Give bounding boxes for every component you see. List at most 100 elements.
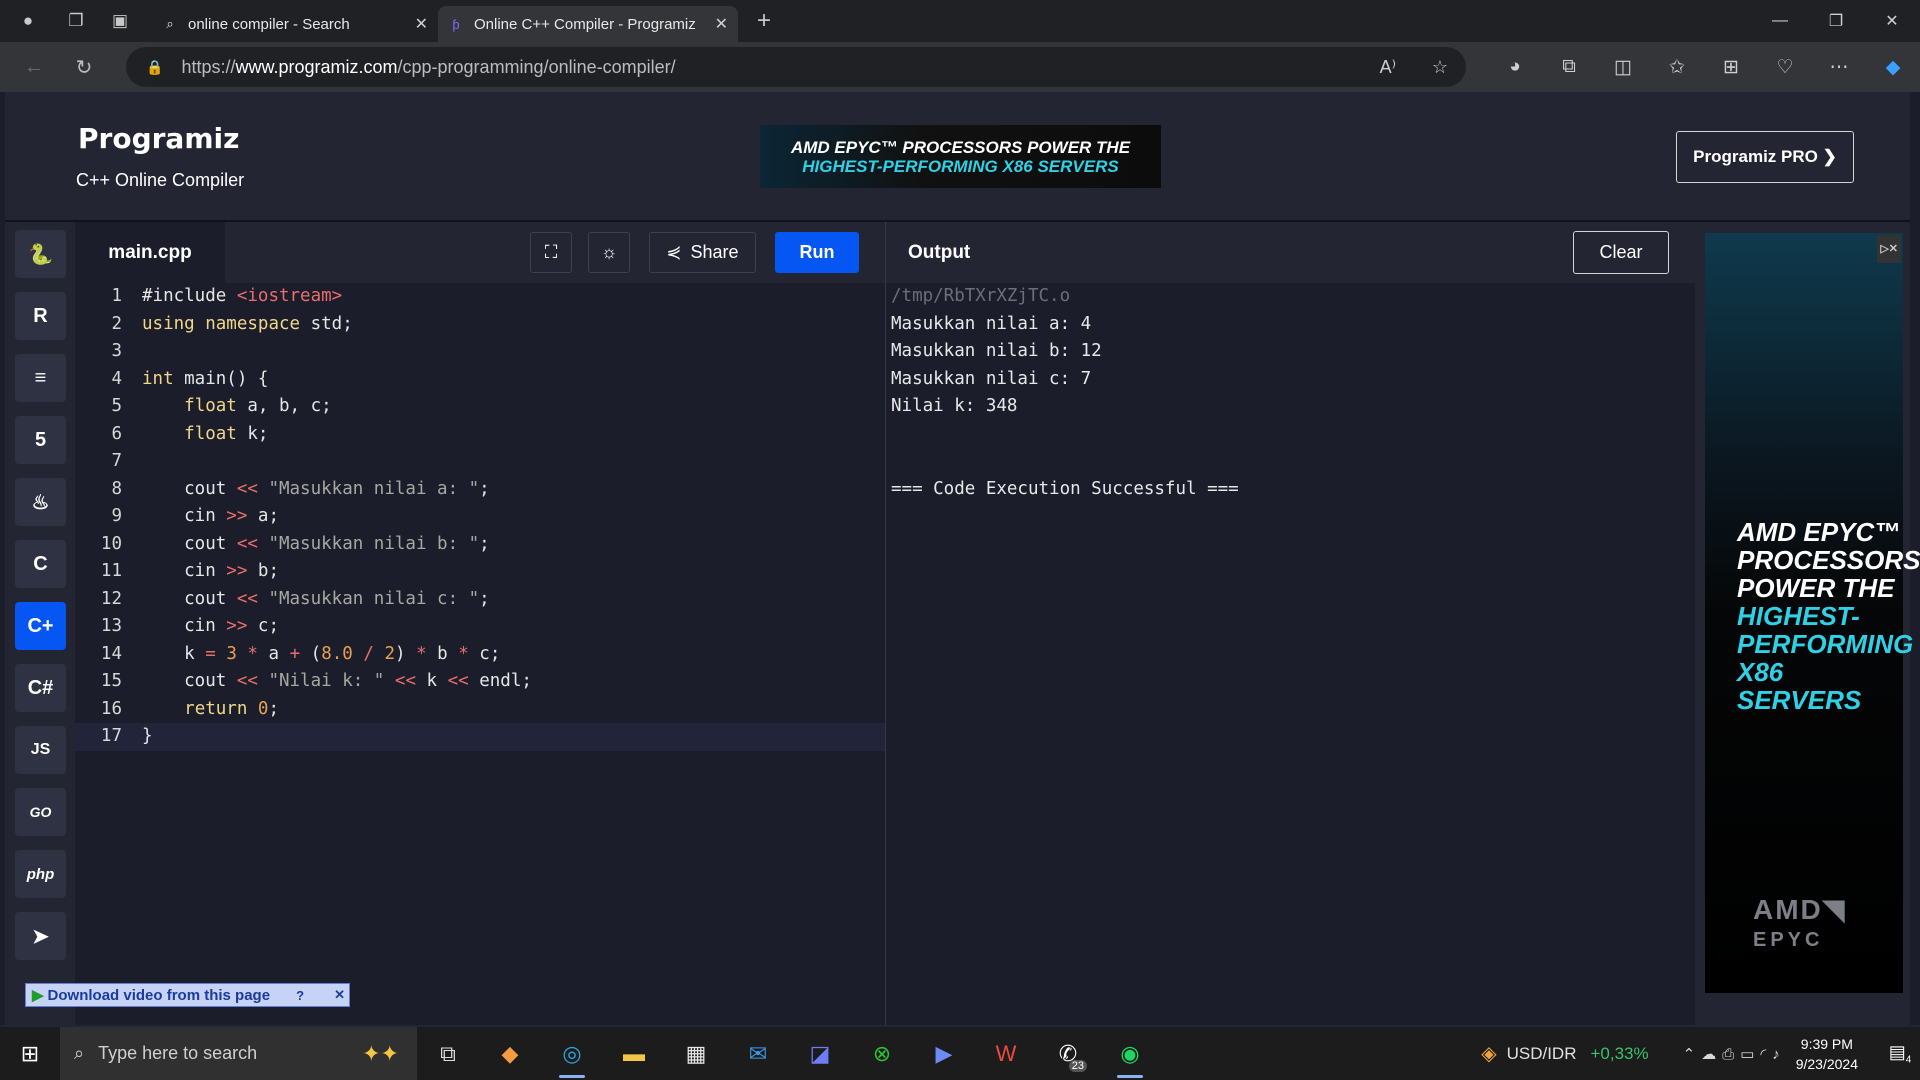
back-icon[interactable]: ← <box>14 47 54 87</box>
clock[interactable]: 9:39 PM 9/23/2024 <box>1796 1034 1858 1074</box>
file-explorer-icon[interactable]: ▬ <box>603 1027 665 1080</box>
line-number: 9 <box>111 506 122 526</box>
clock-date: 9/23/2024 <box>1795 1055 1858 1072</box>
extension-icon[interactable]: ◕ <box>1488 47 1542 87</box>
fullscreen-icon[interactable]: ⛶ <box>530 232 572 273</box>
code-line[interactable]: 9 cin >> a; <box>75 503 885 531</box>
share-button[interactable]: ⋞ Share <box>649 232 756 273</box>
file-tab-main-cpp[interactable]: main.cpp <box>75 222 225 283</box>
run-button[interactable]: Run <box>775 232 859 273</box>
browser-essentials-icon[interactable]: ♡ <box>1758 47 1812 87</box>
code-line[interactable]: 12 cout << "Masukkan nilai c: "; <box>75 586 885 614</box>
extensions-puzzle-icon[interactable]: ⧉ <box>1542 47 1596 87</box>
edge-app-icon[interactable]: ◎ <box>541 1027 603 1080</box>
programiz-pro-button[interactable]: Programiz PRO ❯ <box>1676 131 1854 183</box>
split-screen-icon[interactable]: ◫ <box>1596 47 1650 87</box>
favorite-star-icon[interactable]: ☆ <box>1432 57 1448 78</box>
code-line[interactable]: 17} <box>75 723 885 751</box>
close-window-icon[interactable]: ✕ <box>1864 0 1920 42</box>
line-number: 8 <box>111 478 122 499</box>
ai-app-icon[interactable]: ◪ <box>789 1027 851 1080</box>
lang-java-icon[interactable]: ♨ <box>15 478 66 526</box>
lang-csharp-icon[interactable]: C# <box>15 664 66 712</box>
notification-center-icon[interactable]: ▤4 <box>1880 1042 1920 1066</box>
new-tab-icon[interactable]: + <box>750 7 778 35</box>
tray-icons[interactable]: ⌃☁⎙▭◜♪ <box>1683 1045 1786 1063</box>
lang-go-icon[interactable]: GO <box>15 788 66 836</box>
code-line[interactable]: 8 cout << "Masukkan nilai a: "; <box>75 476 885 504</box>
code-text: using namespace std; <box>142 313 353 334</box>
mail-icon[interactable]: ✉ <box>727 1027 789 1080</box>
download-video-bar[interactable]: ▶ Download video from this page ? ✕ <box>25 983 350 1007</box>
lang-r-icon[interactable]: R <box>15 292 66 340</box>
share-icon: ⋞ <box>666 242 682 262</box>
clear-button[interactable]: Clear <box>1573 231 1669 274</box>
code-line[interactable]: 10 cout << "Masukkan nilai b: "; <box>75 531 885 559</box>
lang-php-icon[interactable]: php <box>15 850 66 898</box>
copilot-app-icon[interactable]: ◆ <box>479 1027 541 1080</box>
lang-html-icon[interactable]: 5 <box>15 416 66 464</box>
help-icon[interactable]: ? <box>292 988 308 1003</box>
output-console[interactable]: /tmp/RbTXrXZjTC.o Masukkan nilai a: 4 Masu… <box>891 283 1239 503</box>
windows-start-icon[interactable]: ⊞ <box>0 1027 60 1080</box>
code-line[interactable]: 16 return 0; <box>75 696 885 724</box>
more-menu-icon[interactable]: ⋯ <box>1812 47 1866 87</box>
url-bar[interactable]: 🔒 https://www.programiz.com/cpp-programm… <box>126 47 1466 87</box>
task-view-icon[interactable]: ⧉ <box>417 1027 479 1080</box>
tab-search[interactable]: ⌕ online compiler - Search ✕ <box>152 6 438 42</box>
theme-toggle-icon[interactable]: ☼ <box>588 232 630 273</box>
code-line[interactable]: 14 k = 3 * a + (8.0 / 2) * b * c; <box>75 641 885 669</box>
currency-icon: ◈ <box>1481 1043 1497 1065</box>
lang-javascript-icon[interactable]: JS <box>15 726 66 774</box>
output-line: Masukkan nilai c: 7 <box>891 368 1092 389</box>
code-line[interactable]: 3 <box>75 338 885 366</box>
lang-swift-icon[interactable]: ➤ <box>15 912 66 960</box>
taskbar-search[interactable]: ⌕ Type here to search ✦✦ <box>60 1027 417 1080</box>
wps-office-icon[interactable]: W <box>975 1027 1037 1080</box>
lang-python-icon[interactable]: 🐍 <box>15 230 66 278</box>
tab-actions-icon[interactable]: ▣ <box>106 7 134 35</box>
tab-programiz[interactable]: ƥ Online C++ Compiler - Programiz ✕ <box>438 6 738 42</box>
microsoft-store-icon[interactable]: ▦ <box>665 1027 727 1080</box>
lang-sql-icon[interactable]: ≡ <box>15 354 66 402</box>
whatsapp-icon[interactable]: ✆ 23 <box>1037 1027 1099 1080</box>
media-player-icon[interactable]: ▶ <box>913 1027 975 1080</box>
minimize-icon[interactable]: — <box>1752 0 1808 42</box>
refresh-icon[interactable]: ↻ <box>64 47 104 87</box>
side-ad[interactable]: ▷✕ AMD EPYC™ PROCESSORS POWER THE HIGHES… <box>1705 233 1920 993</box>
code-line[interactable]: 7 <box>75 448 885 476</box>
spotify-icon[interactable]: ◉ <box>1099 1027 1161 1080</box>
output-line: === Code Execution Successful === <box>891 478 1239 499</box>
code-line[interactable]: 4 int main() { <box>75 366 885 394</box>
collections-icon[interactable]: ⊞ <box>1704 47 1758 87</box>
maximize-icon[interactable]: ❐ <box>1808 0 1864 42</box>
close-tab-icon[interactable]: ✕ <box>415 14 428 34</box>
code-line[interactable]: 5 float a, b, c; <box>75 393 885 421</box>
copilot-icon[interactable]: ◆ <box>1866 47 1920 87</box>
download-video-label[interactable]: Download video from this page <box>48 987 271 1004</box>
workspaces-icon[interactable]: ❐ <box>62 7 90 35</box>
close-tab-icon[interactable]: ✕ <box>715 14 728 34</box>
ad-banner[interactable]: AMD EPYC™ PROCESSORS POWER THE HIGHEST-P… <box>760 125 1161 188</box>
code-text: cout << "Masukkan nilai c: "; <box>142 588 490 609</box>
ad-close-icon[interactable]: ▷✕ <box>1877 235 1901 263</box>
code-line[interactable]: 2 using namespace std; <box>75 311 885 339</box>
profile-avatar-icon[interactable]: ● <box>14 7 42 35</box>
amd-logo-text: AMD◥ <box>1753 894 1847 925</box>
lang-c-icon[interactable]: C <box>15 540 66 588</box>
favorites-icon[interactable]: ✩ <box>1650 47 1704 87</box>
code-line[interactable]: 6 float k; <box>75 421 885 449</box>
code-line[interactable]: 13 cin >> c; <box>75 613 885 641</box>
fx-label[interactable]: USD/IDR <box>1507 1044 1577 1064</box>
code-line[interactable]: 15 cout << "Nilai k: " << k << endl; <box>75 668 885 696</box>
language-sidebar: 🐍 R ≡ 5 ♨ C C+ C# JS GO php ➤ <box>5 222 75 1025</box>
lang-cpp-icon[interactable]: C+ <box>15 602 66 650</box>
programiz-logo[interactable]: Programiz <box>78 122 239 155</box>
code-line[interactable]: 11 cin >> b; <box>75 558 885 586</box>
close-icon[interactable]: ✕ <box>330 987 349 1003</box>
read-aloud-icon[interactable]: A⁾ <box>1380 57 1396 78</box>
xbox-icon[interactable]: ⊗ <box>851 1027 913 1080</box>
code-area[interactable]: 1 #include <iostream> 2 using namespace std… <box>75 283 885 751</box>
code-line[interactable]: 1 #include <iostream> <box>75 283 885 311</box>
code-text: cin >> b; <box>142 561 279 581</box>
